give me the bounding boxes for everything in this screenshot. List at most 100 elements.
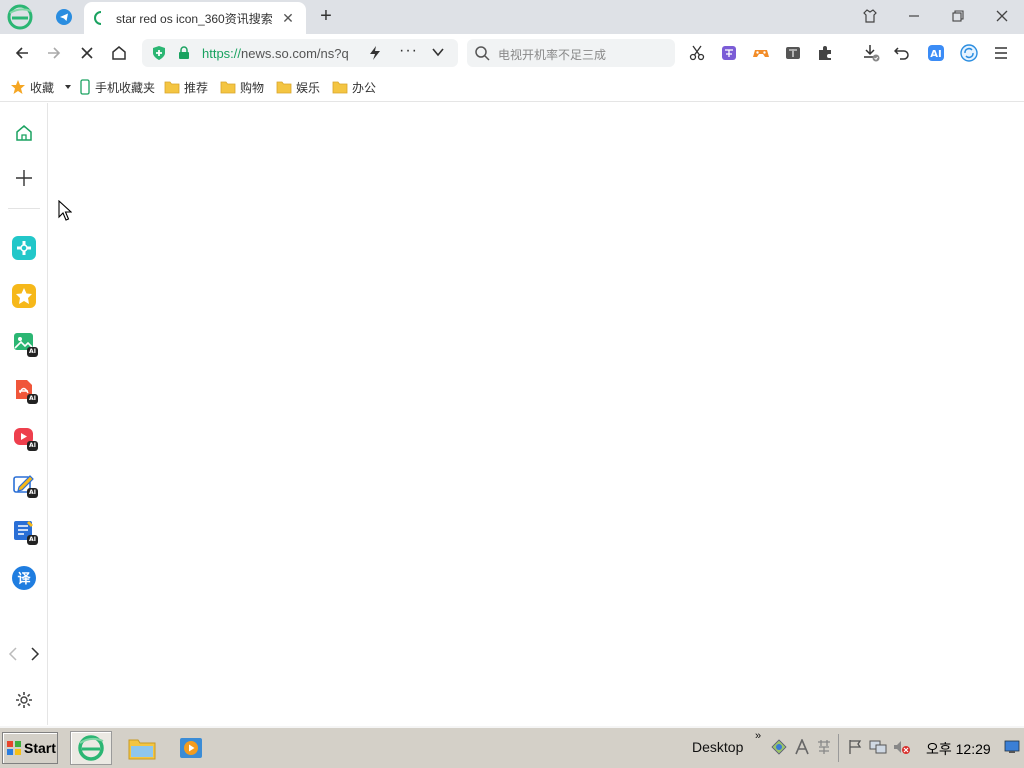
navigation-bar: https://news.so.com/ns?q ··· 电视开机率不足三成 A…: [0, 34, 1024, 72]
translate-glyph: 译: [17, 572, 31, 587]
sidebar-divider: [8, 208, 40, 209]
bookmark-label: 手机收藏夹: [95, 80, 156, 95]
sidebar-home-icon[interactable]: [10, 119, 38, 147]
address-bar[interactable]: https://news.so.com/ns?q ···: [142, 39, 458, 67]
url-host-path: news.so.com/ns?q: [241, 46, 349, 61]
minimize-icon[interactable]: [894, 2, 934, 30]
bookmark-favorites[interactable]: 收藏: [10, 79, 54, 95]
browser-logo-icon[interactable]: [7, 4, 33, 30]
sidebar-add-icon[interactable]: [10, 164, 38, 192]
close-window-icon[interactable]: [982, 2, 1022, 30]
chevron-down-icon[interactable]: [431, 45, 445, 59]
ai-assistant-icon[interactable]: AI: [925, 42, 947, 64]
folder-icon: [332, 81, 348, 94]
sidebar-favorites-star-icon[interactable]: [10, 282, 38, 310]
game-controller-icon[interactable]: [750, 42, 772, 64]
bookmark-label: 办公: [352, 80, 377, 95]
sidebar: AI AI AI AI AI 译: [0, 103, 48, 725]
skin-shirt-icon[interactable]: [850, 2, 890, 30]
lightning-icon[interactable]: [368, 45, 382, 61]
folder-icon: [220, 81, 236, 94]
system-clock[interactable]: 오후 12:29: [926, 739, 991, 759]
lock-icon[interactable]: [177, 46, 191, 60]
input-mode-a-icon[interactable]: [793, 738, 811, 756]
star-icon: [11, 80, 25, 94]
input-mode-hanja-icon[interactable]: [815, 738, 833, 756]
tab-active[interactable]: star red os icon_360资讯搜索 ✕: [84, 2, 306, 34]
network-icon[interactable]: [869, 738, 887, 756]
taskbar-browser-icon[interactable]: [70, 731, 112, 765]
bookmark-folder[interactable]: 娱乐: [276, 79, 320, 95]
windows-flag-icon: [7, 741, 21, 755]
action-center-flag-icon[interactable]: [846, 738, 864, 756]
taskbar-media-player-icon[interactable]: [170, 731, 212, 765]
pinned-tab-telegram-icon[interactable]: [50, 5, 78, 29]
taskbar-file-explorer-icon[interactable]: [121, 731, 163, 765]
bookmark-mobile-folder[interactable]: 手机收藏夹: [79, 79, 155, 95]
forward-arrow-icon[interactable]: [40, 40, 68, 66]
url-text[interactable]: https://news.so.com/ns?q: [202, 46, 349, 61]
ai-badge: AI: [27, 488, 38, 498]
sidebar-health-icon[interactable]: [10, 234, 38, 262]
sidebar-prev-chevron-icon[interactable]: [4, 640, 22, 668]
svg-text:AI: AI: [930, 49, 941, 60]
sidebar-next-chevron-icon[interactable]: [26, 640, 44, 668]
sidebar-ai-image-icon[interactable]: AI: [10, 329, 38, 357]
bookmark-label: 购物: [240, 80, 265, 95]
bookmark-label: 娱乐: [296, 80, 321, 95]
security-shield-icon[interactable]: [151, 45, 167, 61]
undo-icon[interactable]: [891, 42, 913, 64]
language-bar-icon[interactable]: [770, 738, 788, 756]
bookmark-favorites-label: 收藏: [30, 80, 55, 95]
back-arrow-icon[interactable]: [8, 40, 36, 66]
extensions-puzzle-icon[interactable]: [814, 42, 836, 64]
page-content-area[interactable]: [49, 103, 1024, 725]
sidebar-ai-doc-icon[interactable]: AI: [10, 517, 38, 545]
search-icon: [475, 46, 490, 61]
download-icon[interactable]: [860, 42, 882, 64]
search-box[interactable]: 电视开机率不足三成: [467, 39, 675, 67]
translate-extension-icon[interactable]: [718, 42, 740, 64]
bookmark-label: 推荐: [184, 80, 209, 95]
reader-book-icon[interactable]: [782, 42, 804, 64]
url-scheme: https://: [202, 46, 242, 61]
start-button[interactable]: Start: [2, 732, 58, 764]
bookmark-folder[interactable]: 购物: [220, 79, 264, 95]
taskbar: Start Desktop » 오후 12:29: [0, 726, 1024, 768]
ai-badge: AI: [27, 535, 38, 545]
ai-badge: AI: [27, 441, 38, 451]
sidebar-settings-gear-icon[interactable]: [10, 686, 38, 714]
more-options-icon[interactable]: ···: [399, 42, 418, 60]
start-label: Start: [24, 740, 56, 756]
sync-icon[interactable]: [958, 42, 980, 64]
folder-icon: [276, 81, 292, 94]
bookmark-dropdown-icon[interactable]: [64, 79, 76, 95]
restore-icon[interactable]: [938, 2, 978, 30]
bookmark-folder[interactable]: 办公: [332, 79, 376, 95]
volume-muted-icon[interactable]: [893, 738, 911, 756]
tab-title: star red os icon_360资讯搜索: [116, 11, 273, 26]
bookmark-folder[interactable]: 推荐: [164, 79, 208, 95]
phone-icon: [80, 79, 90, 95]
scissors-icon[interactable]: [686, 42, 708, 64]
bookmarks-bar: 收藏 手机收藏夹 推荐 购物 娱乐 办公: [0, 72, 1024, 102]
mouse-cursor-icon: [58, 199, 73, 225]
tray-divider: [838, 734, 839, 762]
sidebar-ai-pdf-icon[interactable]: AI: [10, 376, 38, 404]
sidebar-translate-icon[interactable]: 译: [10, 564, 38, 592]
loading-spinner-icon: [94, 11, 102, 25]
stop-loading-icon[interactable]: [73, 40, 101, 66]
sidebar-ai-video-icon[interactable]: AI: [10, 423, 38, 451]
tab-close-icon[interactable]: ✕: [280, 10, 296, 26]
ai-badge: AI: [27, 394, 38, 404]
toolbar-expand-chevron-icon[interactable]: »: [755, 730, 761, 742]
desktop-toolbar-label[interactable]: Desktop: [692, 739, 743, 755]
folder-icon: [164, 81, 180, 94]
show-desktop-icon[interactable]: [1003, 738, 1021, 756]
new-tab-button[interactable]: +: [314, 5, 338, 29]
search-placeholder: 电视开机率不足三成: [498, 48, 607, 62]
menu-hamburger-icon[interactable]: [990, 42, 1012, 64]
sidebar-ai-write-icon[interactable]: AI: [10, 470, 38, 498]
tab-bar: star red os icon_360资讯搜索 ✕ +: [0, 0, 1024, 34]
home-icon[interactable]: [105, 40, 133, 66]
